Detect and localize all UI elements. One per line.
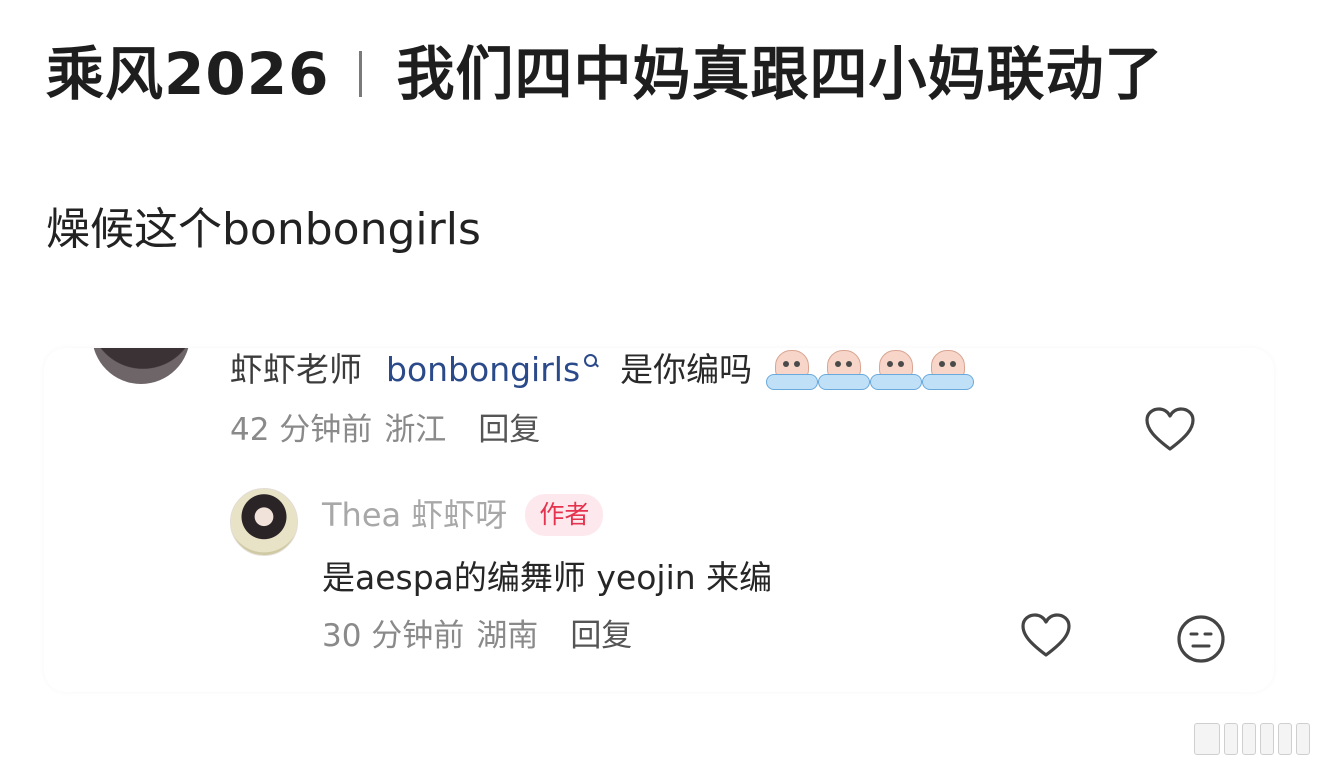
emoji-row [766, 350, 975, 390]
heart-outline-icon[interactable] [1144, 406, 1196, 454]
reply-text: 是aespa的编舞师 yeojin 来编 [322, 558, 773, 597]
crying-emoji [766, 350, 819, 390]
author-badge: 作者 [525, 494, 604, 536]
title-divider [359, 51, 363, 97]
reply-header: Thea 虾虾呀 作者 [322, 492, 604, 538]
comment-meta: 42 分钟前 浙江 回复 [230, 408, 540, 452]
reply-time: 30 分钟前 [322, 618, 465, 654]
reply-meta: 30 分钟前 湖南 回复 [322, 614, 632, 658]
commenter-avatar[interactable] [92, 348, 190, 384]
search-icon[interactable] [584, 354, 598, 368]
post-body: 燥候这个bonbongirls [46, 204, 481, 255]
crying-emoji [870, 350, 923, 390]
neutral-face-icon[interactable] [1176, 614, 1226, 664]
crying-emoji [818, 350, 871, 390]
post-title: 乘风2026 我们四中妈真跟四小妈联动了 [46, 38, 1163, 110]
comment-location: 浙江 [384, 412, 447, 448]
comment-text: 是你编吗 [620, 350, 753, 389]
reply-location: 湖南 [476, 618, 539, 654]
comment-time: 42 分钟前 [230, 412, 373, 448]
post-page: 乘风2026 我们四中妈真跟四小妈联动了 燥候这个bonbongirls 虾虾老… [0, 0, 1320, 767]
comment-thread: 虾虾老师 bonbongirls 是你编吗 42 分钟前 浙江 回复 Thea … [44, 348, 1274, 692]
crying-emoji [922, 350, 975, 390]
watermark-logo [1194, 723, 1310, 755]
comment-content: 虾虾老师 bonbongirls 是你编吗 [230, 348, 975, 394]
post-title-right: 我们四中妈真跟四小妈联动了 [396, 40, 1164, 108]
reply-avatar[interactable] [230, 488, 298, 556]
reply-button[interactable]: 回复 [478, 408, 540, 452]
commenter-username[interactable]: 虾虾老师 [230, 348, 362, 394]
reply-username[interactable]: Thea 虾虾呀 [322, 492, 507, 538]
mention-link[interactable]: bonbongirls [386, 348, 580, 394]
reply-reply-button[interactable]: 回复 [570, 614, 632, 658]
post-title-left: 乘风2026 [46, 40, 330, 108]
heart-outline-icon[interactable] [1020, 612, 1072, 660]
